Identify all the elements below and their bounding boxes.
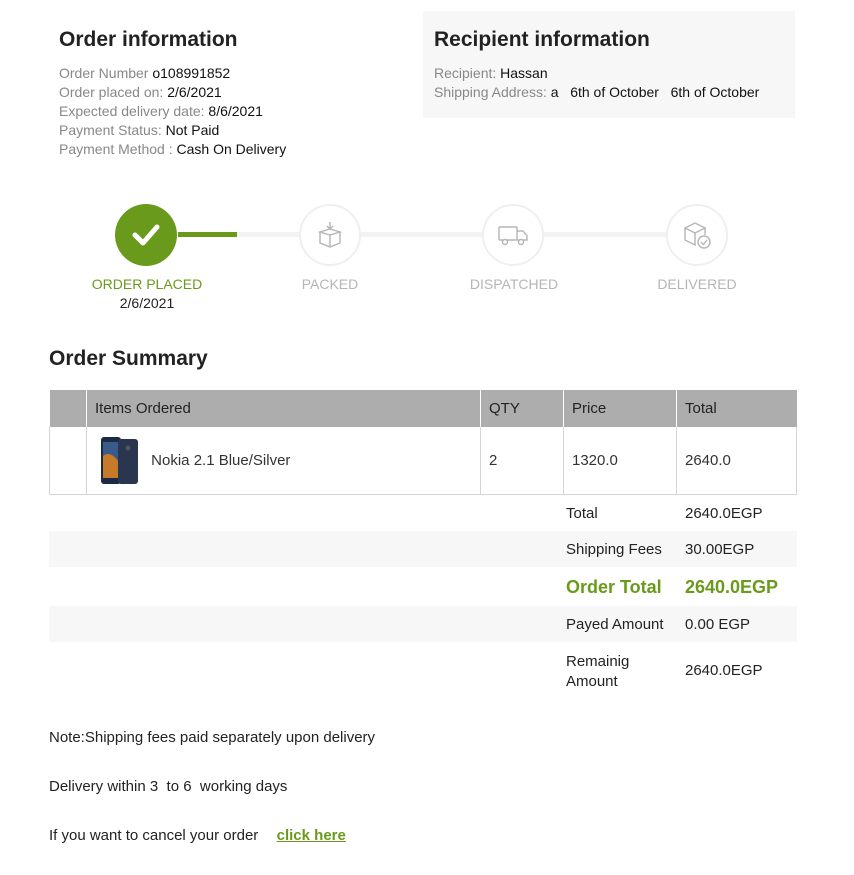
payment-method: Cash On Delivery bbox=[176, 141, 287, 157]
remaining-amount-label: Remainig Amount bbox=[566, 653, 630, 690]
step-label-order-placed: ORDER PLACED bbox=[91, 276, 203, 292]
item-cell: Nokia 2.1 Blue/Silver bbox=[86, 427, 481, 495]
step-label-delivered: DELIVERED bbox=[657, 276, 737, 292]
table-row: Nokia 2.1 Blue/Silver 2 1320.0 2640.0 bbox=[49, 427, 797, 495]
payment-status-label: Payment Status: bbox=[59, 122, 162, 138]
expected-delivery-label: Expected delivery date: bbox=[59, 103, 205, 119]
order-total-label: Order Total bbox=[566, 577, 662, 597]
step-label-packed: PACKED bbox=[301, 276, 359, 292]
recipient-line: Recipient: Hassan bbox=[434, 64, 795, 83]
progress-line-active bbox=[178, 232, 237, 237]
item-qty: 2 bbox=[480, 427, 564, 495]
payed-amount-label: Payed Amount bbox=[566, 616, 664, 633]
order-placed-label: Order placed on: bbox=[59, 84, 164, 100]
recipient-label: Recipient: bbox=[434, 65, 497, 81]
delivery-note: Delivery within 3 to 6 working days bbox=[49, 778, 288, 795]
step-delivered bbox=[666, 204, 728, 266]
remaining-amount-value: 2640.0EGP bbox=[685, 662, 763, 679]
order-number-line: Order Number o108991852 bbox=[59, 64, 286, 83]
progress-line bbox=[544, 232, 666, 237]
package-check-icon bbox=[683, 222, 711, 249]
recipient-information: Recipient information Recipient: Hassan … bbox=[423, 11, 795, 118]
cancel-note: If you want to cancel your order click h… bbox=[49, 827, 346, 844]
order-number: o108991852 bbox=[152, 65, 231, 81]
cancel-text: If you want to cancel your order bbox=[49, 827, 259, 844]
order-number-label: Order Number bbox=[59, 65, 149, 81]
table-header-row: Items Ordered QTY Price Total bbox=[49, 390, 797, 427]
payed-amount-value: 0.00 EGP bbox=[685, 616, 751, 633]
payment-status: Not Paid bbox=[165, 122, 220, 138]
box-icon bbox=[317, 222, 343, 248]
step-date-order-placed: 2/6/2021 bbox=[119, 295, 175, 311]
expected-delivery-line: Expected delivery date: 8/6/2021 bbox=[59, 102, 286, 121]
total-label: Total bbox=[566, 505, 598, 522]
recipient-name: Hassan bbox=[500, 65, 548, 81]
column-header-qty: QTY bbox=[480, 390, 564, 427]
order-placed-line: Order placed on: 2/6/2021 bbox=[59, 83, 286, 102]
column-header-total: Total bbox=[676, 390, 797, 427]
progress-line bbox=[361, 232, 482, 237]
order-info-title: Order information bbox=[59, 28, 238, 51]
product-image[interactable] bbox=[100, 436, 140, 486]
column-header-price: Price bbox=[563, 390, 677, 427]
shipping-fees-value: 30.00EGP bbox=[685, 541, 755, 558]
payment-method-label: Payment Method : bbox=[59, 141, 173, 157]
truck-icon bbox=[498, 226, 528, 246]
shipping-address-label: Shipping Address: bbox=[434, 84, 547, 100]
check-icon bbox=[132, 224, 160, 246]
item-price: 1320.0 bbox=[563, 427, 677, 495]
progress-line bbox=[237, 232, 299, 237]
step-packed bbox=[299, 204, 361, 266]
order-summary-title: Order Summary bbox=[49, 347, 208, 370]
step-label-dispatched: DISPATCHED bbox=[469, 276, 559, 292]
cancel-order-link[interactable]: click here bbox=[277, 827, 346, 844]
step-order-placed bbox=[115, 204, 177, 266]
payment-status-line: Payment Status: Not Paid bbox=[59, 121, 286, 140]
item-total: 2640.0 bbox=[676, 427, 797, 495]
shipping-note: Note:Shipping fees paid separately upon … bbox=[49, 729, 376, 746]
step-dispatched bbox=[482, 204, 544, 266]
payment-method-line: Payment Method : Cash On Delivery bbox=[59, 140, 286, 159]
column-header bbox=[49, 390, 87, 427]
shipping-address-line: Shipping Address: a 6th of October 6th o… bbox=[434, 83, 795, 102]
total-value: 2640.0EGP bbox=[685, 505, 763, 522]
table-cell bbox=[49, 427, 87, 495]
order-items-table: Items Ordered QTY Price Total Nokia 2.1 … bbox=[49, 390, 797, 495]
order-total-value: 2640.0EGP bbox=[685, 577, 779, 597]
recipient-info-title: Recipient information bbox=[434, 28, 650, 51]
expected-delivery-date: 8/6/2021 bbox=[208, 103, 263, 119]
order-information: Order information Order Number o10899185… bbox=[59, 28, 286, 159]
column-header-items: Items Ordered bbox=[86, 390, 481, 427]
shipping-fees-label: Shipping Fees bbox=[566, 541, 662, 558]
shipping-address: a 6th of October 6th of October bbox=[550, 84, 760, 100]
order-placed-date: 2/6/2021 bbox=[167, 84, 222, 100]
item-name[interactable]: Nokia 2.1 Blue/Silver bbox=[151, 452, 290, 469]
